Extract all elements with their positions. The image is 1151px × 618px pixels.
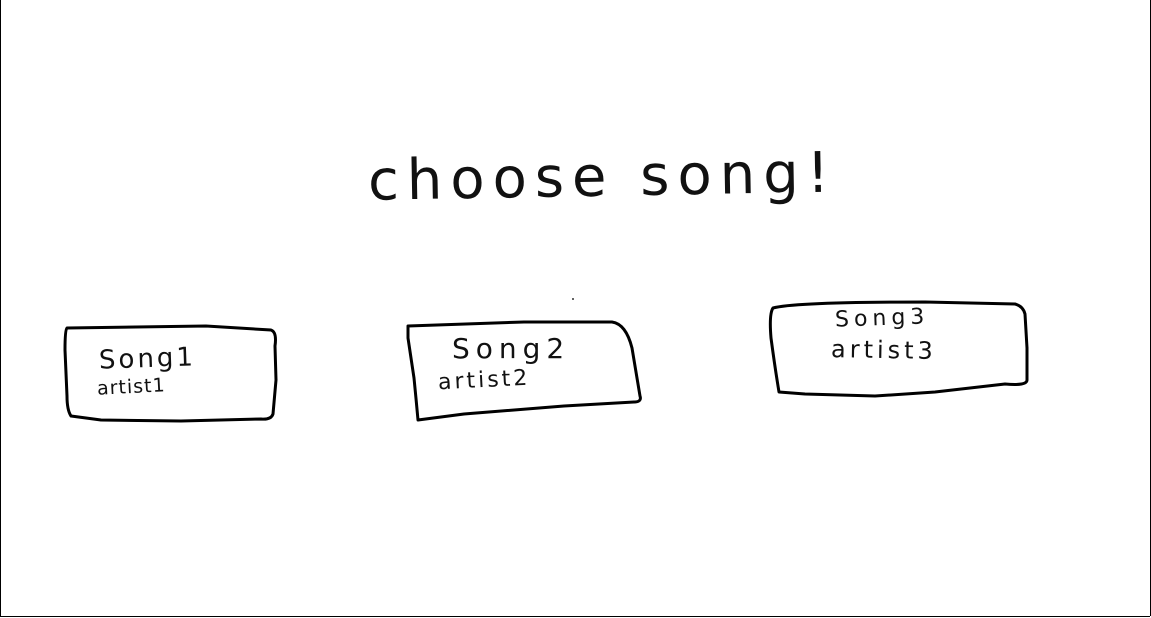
song-artist: artist3 [830, 335, 938, 365]
song-artist: artist1 [96, 374, 167, 400]
song-artist: artist2 [437, 365, 531, 396]
stray-dot [572, 298, 574, 300]
song-card-3[interactable]: Song3 artist3 [765, 298, 1033, 402]
song-card-2[interactable]: Song2 artist2 [404, 318, 644, 424]
song-title: Song3 [834, 304, 930, 333]
page-title: choose song! [367, 140, 838, 214]
song-card-1[interactable]: Song1 artist1 [61, 320, 281, 424]
song-title: Song1 [98, 342, 197, 376]
song-title: Song2 [452, 332, 571, 365]
canvas: choose song! Song1 artist1 Song2 artist2… [0, 0, 1151, 617]
